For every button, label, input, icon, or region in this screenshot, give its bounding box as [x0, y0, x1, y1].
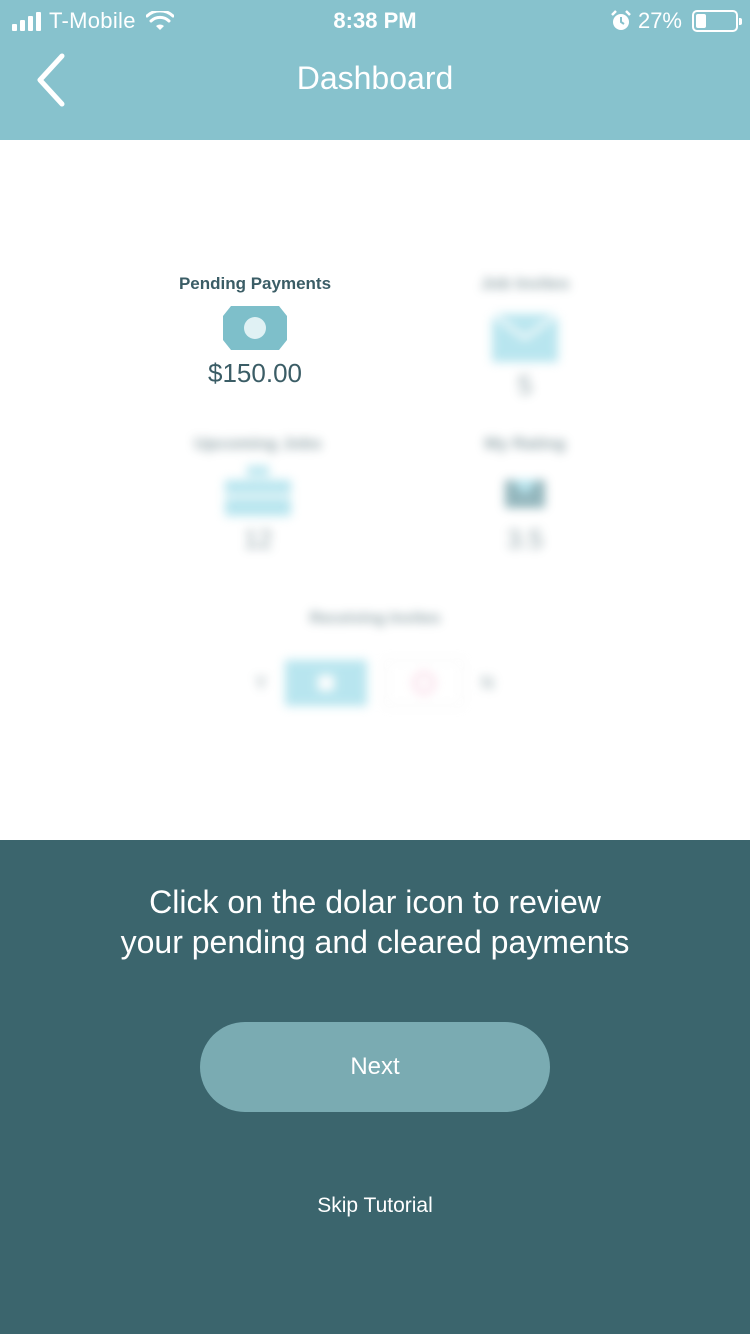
tutorial-instruction: Click on the dolar icon to review your p…	[120, 884, 630, 960]
my-rating-value: 3.5	[506, 524, 544, 554]
toggle-yes-label: Y	[255, 672, 268, 693]
toggle-no-button[interactable]	[385, 660, 464, 706]
receiving-invites-label: Receiving Invites	[309, 610, 441, 627]
battery-percent: 27%	[637, 8, 682, 33]
status-bar: T-Mobile 8:38 PM 27%	[0, 0, 750, 40]
upcoming-jobs-tile[interactable]: Upcoming Jobs 12	[143, 432, 373, 555]
job-invites-value: 5	[517, 370, 533, 400]
upcoming-jobs-label: Upcoming Jobs	[194, 434, 322, 453]
pending-payments-tile[interactable]: Pending Payments $150.00	[140, 272, 370, 389]
page-title: Dashboard	[296, 60, 454, 96]
next-button[interactable]: Next	[200, 1022, 550, 1112]
toggle-no-label: N	[481, 672, 495, 693]
upcoming-jobs-value: 12	[243, 524, 273, 554]
my-rating-tile[interactable]: My Rating 3.5	[410, 432, 640, 555]
alarm-icon	[611, 10, 631, 30]
receiving-invites-toggle[interactable]: Y N	[255, 660, 494, 706]
tutorial-overlay: Click on the dolar icon to review your p…	[0, 840, 750, 1334]
money-bill-icon[interactable]	[223, 306, 287, 350]
ribbon-icon	[505, 480, 545, 508]
pending-payments-value: $150.00	[208, 358, 302, 388]
skip-tutorial-link[interactable]: Skip Tutorial	[0, 1194, 750, 1218]
mail-icon	[492, 312, 558, 362]
job-invites-tile[interactable]: Job Invites 5	[410, 272, 640, 401]
briefcase-icon	[225, 466, 291, 516]
job-invites-label: Job Invites	[480, 274, 570, 293]
toggle-yes-button[interactable]	[285, 660, 368, 706]
battery-icon	[692, 10, 742, 32]
app-header: T-Mobile 8:38 PM 27% Dashboard	[0, 0, 750, 140]
pending-payments-label: Pending Payments	[178, 274, 332, 293]
my-rating-label: My Rating	[484, 434, 566, 453]
